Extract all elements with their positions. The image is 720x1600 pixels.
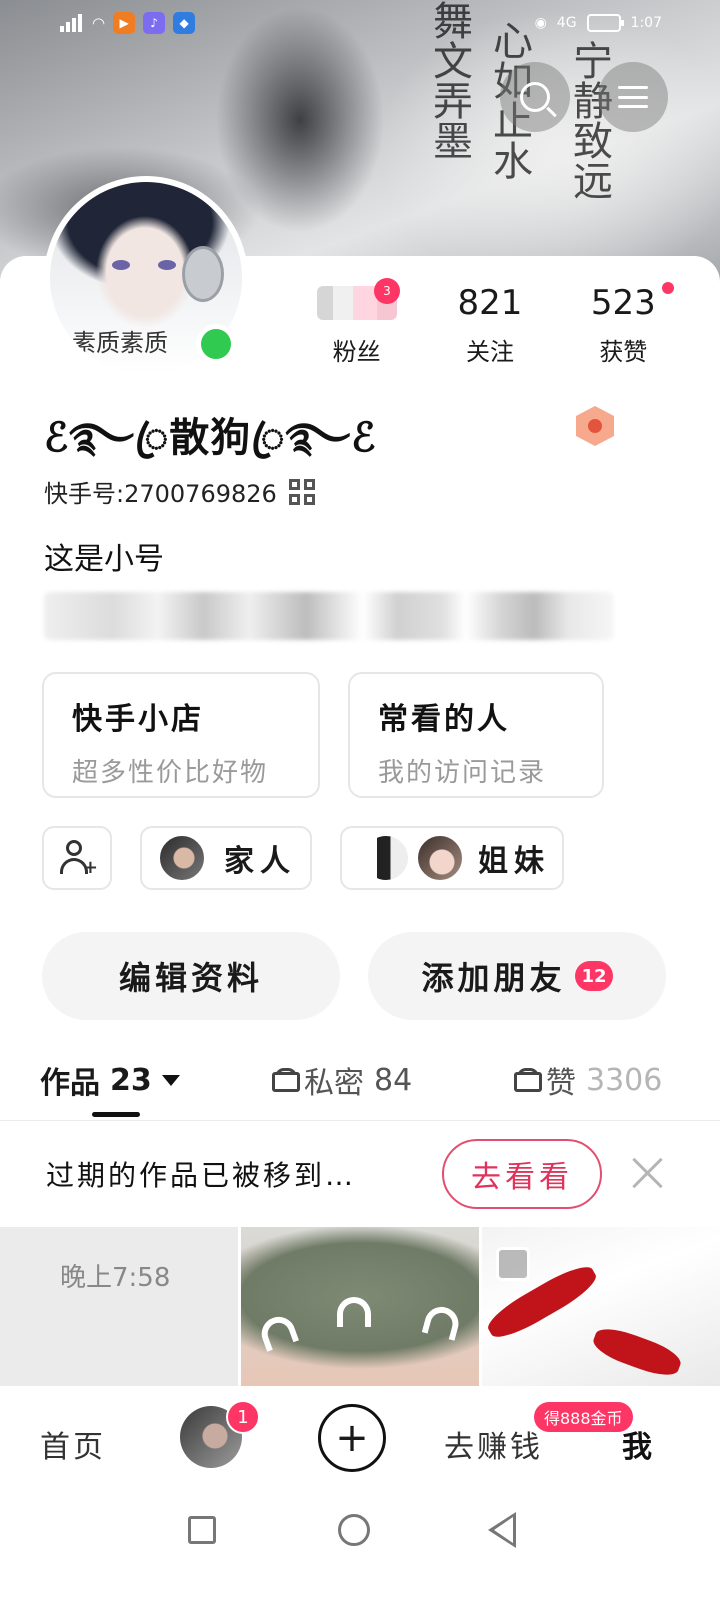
search-icon	[520, 82, 550, 112]
edit-profile-label: 编辑资料	[118, 959, 263, 997]
active-tab-indicator	[92, 1112, 140, 1117]
sister-avatar	[362, 834, 410, 882]
status-bar: ◠ ▶ ♪ ◆ ◉ 4G 1:07	[0, 0, 720, 46]
tab-count: 3306	[586, 1062, 663, 1098]
nav-avatar-badge: 1	[226, 1400, 260, 1434]
close-icon[interactable]	[628, 1153, 668, 1193]
entry-title: 快手小店	[72, 702, 204, 737]
stat-likes[interactable]: 523 获赞	[557, 280, 690, 367]
add-friend-button[interactable]: 添加朋友 12	[368, 932, 666, 1020]
edit-profile-button[interactable]: 编辑资料	[42, 932, 340, 1020]
sisters-label: 姐妹	[478, 844, 550, 879]
add-relation-button[interactable]: +	[42, 826, 112, 890]
stat-label: 获赞	[599, 338, 648, 366]
entry-subtitle: 超多性价比好物	[72, 758, 269, 788]
create-button[interactable]: +	[318, 1404, 386, 1472]
online-status-dot	[196, 324, 236, 364]
works-grid: 晚上7:58	[0, 1227, 720, 1387]
network-indicator: 4G	[556, 15, 577, 31]
stat-value	[290, 280, 423, 326]
tab-label: 作品	[40, 1066, 100, 1101]
nav-me[interactable]: 我	[622, 1422, 655, 1466]
sisters-chip[interactable]: 姐妹	[340, 826, 564, 890]
recent-apps-icon[interactable]	[188, 1516, 216, 1544]
stat-label: 粉丝	[332, 338, 381, 366]
avatar-caption: 素质素质	[72, 329, 168, 357]
family-chip[interactable]: 家人	[140, 826, 312, 890]
stat-followers[interactable]: 3 粉丝	[290, 278, 423, 367]
go-see-button[interactable]: 去看看	[442, 1139, 602, 1209]
kuaishou-shop-card[interactable]: 快手小店 超多性价比好物	[42, 672, 320, 798]
entry-title: 常看的人	[378, 702, 510, 737]
expired-works-notice: 过期的作品已被移到… 去看看	[0, 1121, 720, 1227]
user-id-row[interactable]: 快手号:2700769826	[44, 474, 315, 509]
back-icon[interactable]	[488, 1512, 516, 1548]
work-thumbnail[interactable]	[241, 1227, 479, 1387]
search-button[interactable]	[500, 62, 570, 132]
clock: 1:07	[630, 15, 662, 31]
family-avatar	[158, 834, 206, 882]
tab-label: 私密	[304, 1066, 364, 1101]
signal-icon	[60, 14, 84, 32]
thumbnail-detail	[337, 1297, 371, 1327]
blurred-profile-tags	[44, 592, 614, 640]
nav-home[interactable]: 首页	[40, 1422, 106, 1466]
user-id-value: 2700769826	[124, 480, 277, 508]
coin-reward-badge: 得888金币	[534, 1402, 633, 1432]
entry-subtitle: 我的访问记录	[378, 758, 547, 788]
profile-stats: 3 粉丝 821 关注 523 获赞	[290, 278, 690, 367]
thumbnail-detail	[421, 1303, 463, 1341]
sister-avatar	[416, 834, 464, 882]
lock-icon	[514, 1068, 542, 1092]
menu-icon	[618, 86, 648, 108]
tab-label: 赞	[546, 1066, 576, 1101]
bio: 这是小号	[44, 542, 164, 577]
avatar-detail	[112, 260, 130, 270]
likes-red-dot	[659, 280, 676, 296]
wifi-icon: ◠	[92, 14, 106, 32]
tab-count: 84	[374, 1062, 413, 1098]
caret-down-icon	[161, 1074, 180, 1086]
work-thumbnail[interactable]: 晚上7:58	[0, 1227, 238, 1387]
home-icon[interactable]	[338, 1514, 370, 1546]
app-notification-icon: ▶	[113, 12, 136, 34]
bottom-navigation: 首页 1 + 去赚钱 得888金币 我	[0, 1386, 720, 1490]
plus-icon: +	[335, 1415, 369, 1461]
stat-following[interactable]: 821 关注	[423, 280, 556, 367]
thumbnail-detail	[589, 1322, 685, 1382]
eye-icon: ◉	[534, 15, 547, 31]
menu-button[interactable]	[598, 62, 668, 132]
stat-label: 关注	[465, 338, 514, 366]
tab-likes[interactable]: 赞 3306	[514, 1058, 662, 1102]
user-id-label: 快手号:	[44, 480, 125, 508]
stat-value: 821	[457, 283, 523, 323]
tab-private[interactable]: 私密 84	[272, 1058, 412, 1102]
music-notification-icon: ♪	[143, 12, 166, 34]
family-label: 家人	[224, 844, 296, 879]
notice-text: 过期的作品已被移到…	[46, 1159, 357, 1192]
qr-code-icon[interactable]	[288, 478, 315, 505]
thumbnail-detail	[256, 1312, 300, 1352]
content-tabs: 作品 23 私密 84 赞 3306	[0, 1050, 720, 1122]
add-friend-label: 添加朋友	[421, 959, 566, 997]
tab-count: 23	[110, 1062, 152, 1098]
frequent-visits-card[interactable]: 常看的人 我的访问记录	[348, 672, 604, 798]
nav-earn[interactable]: 去赚钱	[444, 1422, 543, 1466]
multi-image-icon	[496, 1247, 530, 1281]
megaphone-icon	[182, 246, 224, 302]
battery-icon	[586, 14, 624, 32]
system-navigation-bar	[0, 1490, 720, 1600]
thumbnail-caption: 晚上7:58	[60, 1263, 171, 1293]
followers-badge: 3	[374, 278, 400, 304]
work-thumbnail[interactable]	[482, 1227, 720, 1387]
add-person-icon: +	[60, 840, 98, 877]
lock-icon	[272, 1068, 300, 1092]
add-friend-badge: 12	[575, 961, 613, 991]
app-notification-icon: ◆	[173, 12, 196, 34]
tab-works[interactable]: 作品 23	[40, 1058, 180, 1102]
avatar-detail	[158, 260, 176, 270]
